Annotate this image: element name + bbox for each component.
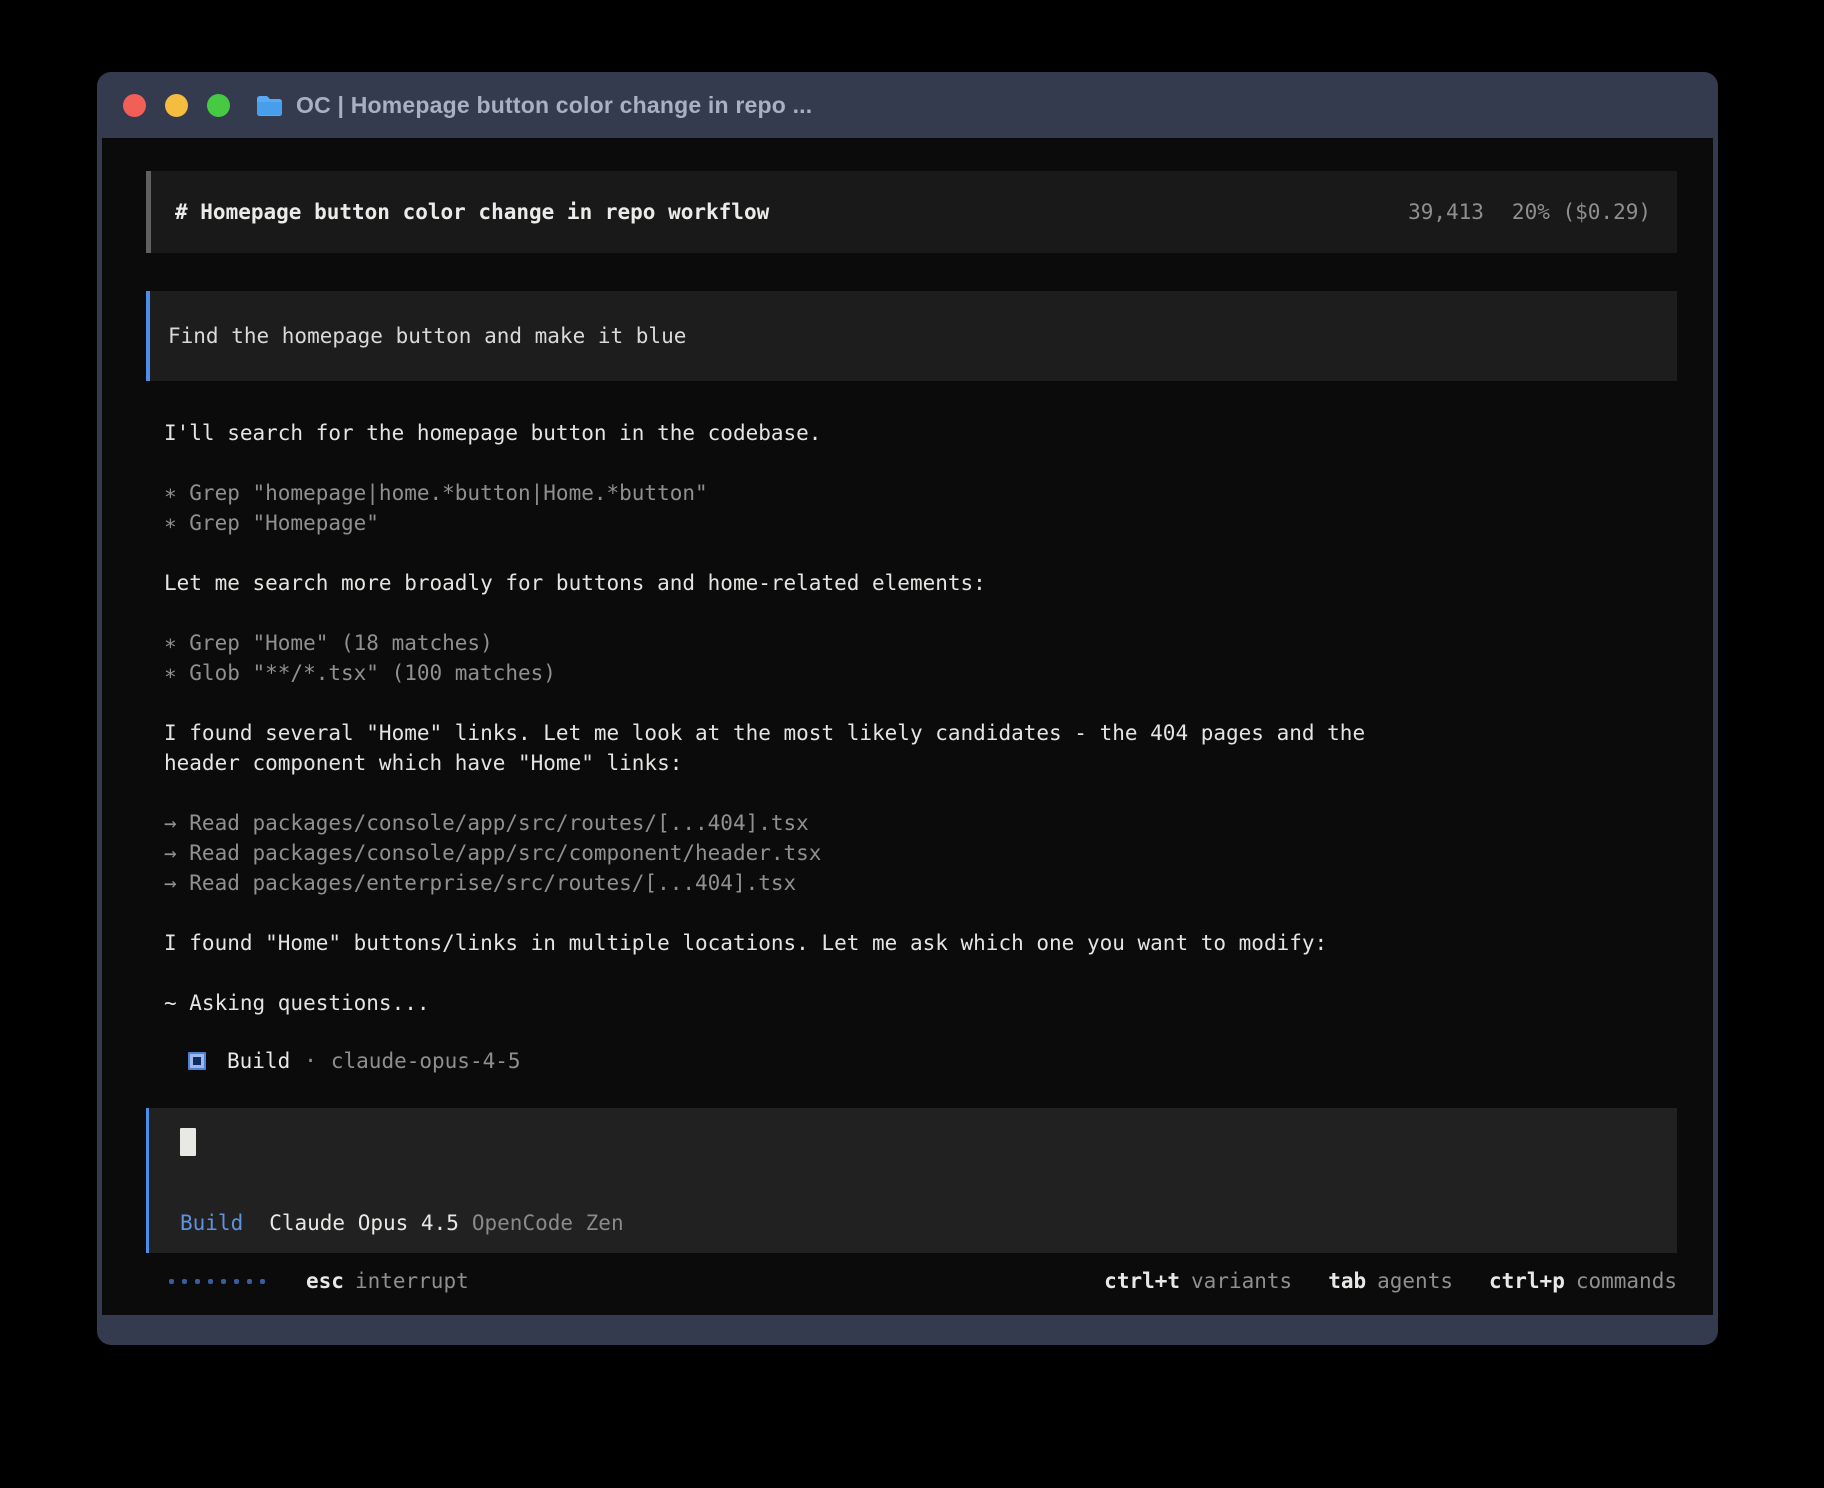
status-left: esc interrupt: [169, 1269, 469, 1293]
blank-line: [164, 538, 1677, 568]
agent-separator: ·: [304, 1049, 317, 1073]
spinner-dots: [169, 1279, 265, 1284]
spinner-dot: [182, 1279, 187, 1284]
shortcuts-left: esc interrupt: [306, 1269, 469, 1293]
shortcut-key: ctrl+p: [1489, 1269, 1565, 1293]
tool-call-line: → Read packages/console/app/src/routes/[…: [164, 808, 1677, 838]
spinner-dot: [221, 1279, 226, 1284]
user-message: Find the homepage button and make it blu…: [146, 291, 1677, 381]
assistant-text-line: Let me search more broadly for buttons a…: [164, 568, 1414, 598]
spinner-dot: [169, 1279, 174, 1284]
minimize-button[interactable]: [165, 94, 188, 117]
shortcuts-right: ctrl+t variants tab agents ctrl+p commands: [1104, 1269, 1677, 1293]
text-cursor: [180, 1128, 196, 1156]
agent-model: claude-opus-4-5: [331, 1049, 521, 1073]
user-message-text: Find the homepage button and make it blu…: [168, 324, 686, 348]
shortcut-key: esc: [306, 1269, 344, 1293]
shortcut-label: interrupt: [355, 1269, 469, 1293]
blank-line: [164, 958, 1677, 988]
input-mode: Build: [180, 1211, 243, 1235]
shortcut-hint: esc interrupt: [306, 1269, 469, 1293]
tool-call-line: ∗ Grep "homepage|home.*button|Home.*butt…: [164, 478, 1677, 508]
session-title: # Homepage button color change in repo w…: [175, 200, 769, 224]
shortcut-hint: tab agents: [1328, 1269, 1453, 1293]
tool-call-line: ∗ Grep "Home" (18 matches): [164, 628, 1677, 658]
agent-name: Build: [227, 1049, 290, 1073]
build-agent-icon: [188, 1052, 206, 1070]
window-titlebar[interactable]: OC | Homepage button color change in rep…: [97, 72, 1718, 138]
session-header: # Homepage button color change in repo w…: [146, 171, 1677, 253]
spinner-dot: [208, 1279, 213, 1284]
assistant-text-line: I found several "Home" links. Let me loo…: [164, 718, 1414, 778]
status-bar: escinterrupt ctrl+tvariantstabagentsctrl…: [146, 1267, 1677, 1295]
traffic-lights: [123, 94, 230, 117]
assistant-text-line: I found "Home" buttons/links in multiple…: [164, 928, 1414, 958]
assistant-text-line: ~ Asking questions...: [164, 988, 1414, 1018]
tool-call-line: → Read packages/enterprise/src/routes/[.…: [164, 868, 1677, 898]
tool-call-line: ∗ Glob "**/*.tsx" (100 matches): [164, 658, 1677, 688]
blank-line: [164, 448, 1677, 478]
assistant-text-line: I'll search for the homepage button in t…: [164, 418, 1414, 448]
spinner-dot: [234, 1279, 239, 1284]
shortcut-hint: ctrl+t variants: [1104, 1269, 1292, 1293]
blank-line: [164, 598, 1677, 628]
window-title: OC | Homepage button color change in rep…: [296, 92, 812, 119]
shortcut-label: variants: [1191, 1269, 1292, 1293]
input-model: Claude Opus 4.5: [269, 1211, 459, 1235]
tool-call-line: ∗ Grep "Homepage": [164, 508, 1677, 538]
shortcut-key: tab: [1328, 1269, 1366, 1293]
blank-line: [164, 688, 1677, 718]
context-cost: 20% ($0.29): [1512, 200, 1651, 224]
terminal-content: # Homepage button color change in repo w…: [102, 138, 1713, 1315]
prompt-input[interactable]: Build Claude Opus 4.5 OpenCode Zen: [146, 1108, 1677, 1253]
blank-line: [164, 898, 1677, 928]
zoom-button[interactable]: [207, 94, 230, 117]
terminal-window: OC | Homepage button color change in rep…: [97, 72, 1718, 1345]
folder-icon: [256, 94, 283, 117]
shortcut-hint: ctrl+p commands: [1489, 1269, 1677, 1293]
agent-status-line: Build · claude-opus-4-5: [188, 1046, 1677, 1076]
shortcut-label: commands: [1576, 1269, 1677, 1293]
spinner-dot: [260, 1279, 265, 1284]
shortcut-label: agents: [1377, 1269, 1453, 1293]
spinner-dot: [247, 1279, 252, 1284]
session-stats: 39,413 20% ($0.29): [1408, 200, 1651, 224]
tool-call-line: → Read packages/console/app/src/componen…: [164, 838, 1677, 868]
blank-line: [164, 778, 1677, 808]
shortcut-key: ctrl+t: [1104, 1269, 1180, 1293]
assistant-transcript: I'll search for the homepage button in t…: [164, 418, 1677, 1018]
spinner-dot: [195, 1279, 200, 1284]
close-button[interactable]: [123, 94, 146, 117]
input-provider: OpenCode Zen: [472, 1211, 624, 1235]
token-count: 39,413: [1408, 200, 1484, 224]
input-meta: Build Claude Opus 4.5 OpenCode Zen: [180, 1211, 1645, 1235]
